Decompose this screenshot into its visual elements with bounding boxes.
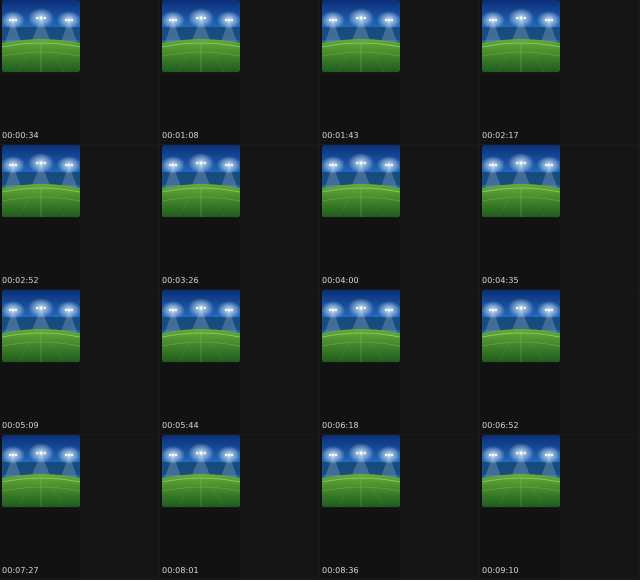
- frame-thumbnail[interactable]: [322, 145, 400, 217]
- stadium-image: [322, 145, 400, 217]
- stadium-image: [162, 0, 240, 72]
- frame-grid: 00:00:34 00:01:08 00:01:43 00:02:17 00:0…: [0, 0, 640, 580]
- frame-cell[interactable]: 00:08:01: [160, 435, 320, 580]
- frame-timestamp: 00:06:18: [322, 421, 359, 430]
- frame-timestamp: 00:08:01: [162, 566, 199, 575]
- frame-thumbnail[interactable]: [162, 435, 240, 507]
- frame-timestamp: 00:06:52: [482, 421, 519, 430]
- frame-thumbnail[interactable]: [482, 0, 560, 72]
- frame-thumbnail[interactable]: [322, 290, 400, 362]
- frame-thumbnail[interactable]: [482, 145, 560, 217]
- frame-timestamp: 00:02:17: [482, 131, 519, 140]
- stadium-image: [2, 145, 80, 217]
- frame-thumbnail[interactable]: [322, 0, 400, 72]
- frame-timestamp: 00:09:10: [482, 566, 519, 575]
- frame-timestamp: 00:03:26: [162, 276, 199, 285]
- stadium-image: [2, 290, 80, 362]
- frame-cell[interactable]: 00:02:52: [0, 145, 160, 290]
- stadium-image: [162, 290, 240, 362]
- stadium-image: [2, 435, 80, 507]
- frame-cell[interactable]: 00:06:52: [480, 290, 640, 435]
- stadium-image: [482, 0, 560, 72]
- frame-thumbnail[interactable]: [482, 435, 560, 507]
- frame-cell[interactable]: 00:09:10: [480, 435, 640, 580]
- frame-timestamp: 00:05:44: [162, 421, 199, 430]
- frame-thumbnail[interactable]: [2, 0, 80, 72]
- frame-cell[interactable]: 00:07:27: [0, 435, 160, 580]
- frame-thumbnail[interactable]: [2, 290, 80, 362]
- stadium-image: [482, 435, 560, 507]
- frame-timestamp: 00:01:08: [162, 131, 199, 140]
- frame-thumbnail[interactable]: [162, 145, 240, 217]
- frame-cell[interactable]: 00:05:09: [0, 290, 160, 435]
- frame-cell[interactable]: 00:08:36: [320, 435, 480, 580]
- frame-cell[interactable]: 00:01:08: [160, 0, 320, 145]
- stadium-image: [2, 0, 80, 72]
- frame-thumbnail[interactable]: [162, 290, 240, 362]
- stadium-image: [162, 145, 240, 217]
- frame-timestamp: 00:01:43: [322, 131, 359, 140]
- frame-thumbnail[interactable]: [2, 435, 80, 507]
- frame-timestamp: 00:07:27: [2, 566, 39, 575]
- frame-timestamp: 00:04:35: [482, 276, 519, 285]
- frame-timestamp: 00:00:34: [2, 131, 39, 140]
- stadium-image: [482, 145, 560, 217]
- frame-cell[interactable]: 00:06:18: [320, 290, 480, 435]
- frame-thumbnail[interactable]: [2, 145, 80, 217]
- frame-cell[interactable]: 00:04:35: [480, 145, 640, 290]
- stadium-image: [322, 0, 400, 72]
- frame-timestamp: 00:05:09: [2, 421, 39, 430]
- frame-thumbnail[interactable]: [482, 290, 560, 362]
- frame-thumbnail[interactable]: [162, 0, 240, 72]
- frame-cell[interactable]: 00:05:44: [160, 290, 320, 435]
- frame-cell[interactable]: 00:01:43: [320, 0, 480, 145]
- frame-cell[interactable]: 00:03:26: [160, 145, 320, 290]
- frame-timestamp: 00:04:00: [322, 276, 359, 285]
- frame-thumbnail[interactable]: [322, 435, 400, 507]
- stadium-image: [322, 290, 400, 362]
- frame-cell[interactable]: 00:02:17: [480, 0, 640, 145]
- frame-timestamp: 00:02:52: [2, 276, 39, 285]
- frame-cell[interactable]: 00:00:34: [0, 0, 160, 145]
- frame-cell[interactable]: 00:04:00: [320, 145, 480, 290]
- stadium-image: [482, 290, 560, 362]
- stadium-image: [322, 435, 400, 507]
- frame-timestamp: 00:08:36: [322, 566, 359, 575]
- stadium-image: [162, 435, 240, 507]
